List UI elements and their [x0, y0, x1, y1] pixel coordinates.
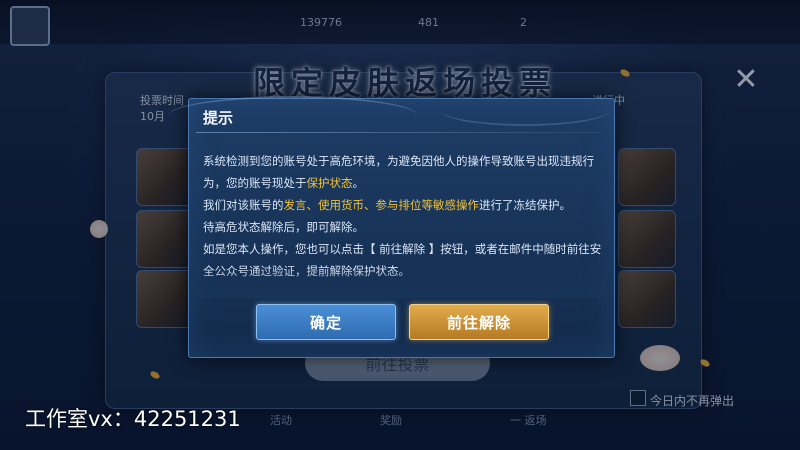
- dialog-paragraph: 待高危状态解除后，即可解除。: [203, 220, 364, 234]
- dialog-title: 提示: [203, 109, 234, 127]
- dialog-scroll-fade: [190, 268, 610, 298]
- dialog-ribbon-decor: [440, 94, 610, 126]
- dialog-paragraph: 系统检测到您的账号处于高危环境，为避免因他人的操作导致账号出现违规行为，您的账号…: [203, 150, 603, 194]
- dialog-text: 进行了冻结保护。: [479, 198, 571, 212]
- confirm-button[interactable]: 确定: [256, 304, 396, 340]
- dialog-divider: [196, 132, 601, 133]
- highlight-text: 保护状态: [306, 176, 353, 190]
- go-unlock-button[interactable]: 前往解除: [409, 304, 549, 340]
- dialog-paragraph: 我们对该账号的发言、使用货币、参与排位等敏感操作进行了冻结保护。: [203, 194, 603, 216]
- dialog-text: 系统检测到您的账号处于高危环境，为避免因他人的操作导致账号出现违规行为，您的账号…: [203, 154, 594, 190]
- dialog-text: 我们对该账号的: [203, 198, 284, 212]
- highlight-text: 发言、使用货币、参与排位等敏感操作: [283, 198, 480, 212]
- dialog-text: 。: [352, 176, 365, 190]
- studio-watermark: 工作室vx：42251231: [25, 407, 241, 431]
